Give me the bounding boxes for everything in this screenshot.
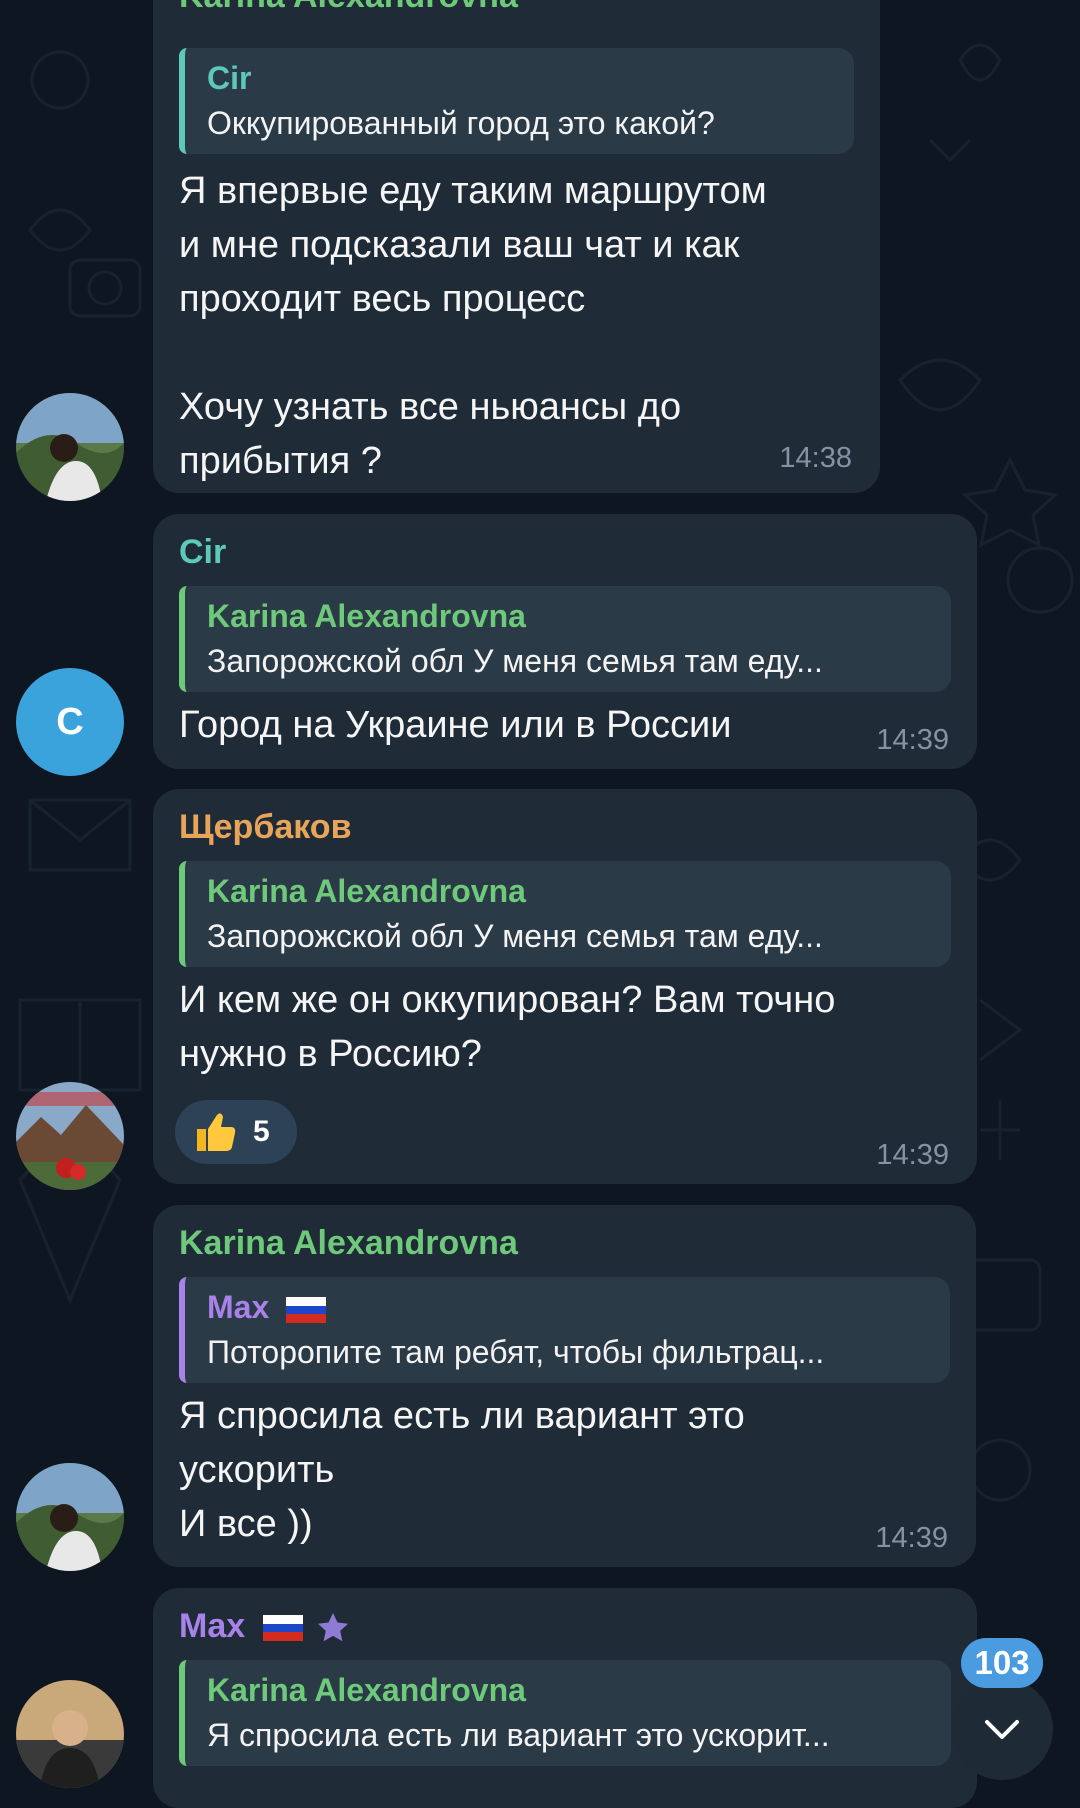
message-text: И кем же он оккупирован? Вам точно нужно…	[179, 979, 836, 1075]
avatar[interactable]	[16, 1082, 124, 1190]
sender-name[interactable]: Max	[179, 1606, 951, 1646]
message-text: Город на Украине или в России	[179, 704, 732, 746]
message-time: 14:39	[876, 724, 949, 756]
reply-quote[interactable]: Karina Alexandrovna Запорожской обл У ме…	[179, 586, 951, 692]
sender-name[interactable]: Karina Alexandrovna	[179, 1223, 950, 1263]
message-bubble[interactable]: Karina Alexandrovna Max Поторопите там р…	[153, 1205, 976, 1567]
reply-sender-name: Karina Alexandrovna	[207, 873, 526, 909]
avatar[interactable]	[16, 1680, 124, 1788]
reply-quote[interactable]: Karina Alexandrovna Запорожской обл У ме…	[179, 861, 951, 967]
reaction-chip[interactable]: 5	[175, 1100, 297, 1164]
avatar[interactable]: C	[16, 668, 124, 776]
message-bubble[interactable]: Cir Karina Alexandrovna Запорожской обл …	[153, 514, 977, 769]
reply-sender-name: Karina Alexandrovna	[207, 598, 526, 634]
sender-name[interactable]: Щербаков	[179, 807, 951, 847]
avatar[interactable]	[16, 1463, 124, 1571]
reply-text: Оккупированный город это какой?	[207, 105, 715, 141]
scroll-down-button[interactable]	[951, 1678, 1053, 1780]
message-time: 14:39	[875, 1522, 948, 1554]
avatar-letter: C	[56, 700, 84, 743]
reply-quote[interactable]: Cir Оккупированный город это какой?	[179, 48, 854, 154]
chevron-down-icon	[985, 1720, 1019, 1739]
russia-flag-icon	[286, 1296, 327, 1323]
reply-quote[interactable]: Karina Alexandrovna Я спросила есть ли в…	[179, 1660, 951, 1766]
sender-label: Max	[179, 1607, 246, 1645]
star-icon	[318, 1613, 349, 1642]
message-time: 14:38	[779, 442, 852, 474]
reaction-count: 5	[253, 1115, 270, 1148]
reply-sender-label: Max	[207, 1289, 270, 1325]
reply-sender-name: Karina Alexandrovna	[207, 1672, 526, 1708]
reply-text: Запорожской обл У меня семья там еду...	[207, 918, 823, 954]
avatar[interactable]	[16, 393, 124, 501]
message-bubble[interactable]: Max Karina Alexandrovna Я спросила есть …	[153, 1588, 977, 1808]
reply-text: Я спросила есть ли вариант это ускорит..…	[207, 1717, 830, 1753]
photo-avatar-karina	[16, 1463, 124, 1571]
unread-count-badge[interactable]: 103	[961, 1638, 1043, 1688]
photo-avatar-max	[16, 1680, 124, 1788]
sender-name[interactable]: Cir	[179, 532, 951, 572]
reply-text: Поторопите там ребят, чтобы фильтрац...	[207, 1334, 825, 1370]
russia-flag-icon	[262, 1615, 303, 1642]
reply-sender-name: Cir	[207, 60, 252, 96]
reply-text: Запорожской обл У меня семья там еду...	[207, 643, 823, 679]
message-bubble[interactable]: Щербаков Karina Alexandrovna Запорожской…	[153, 789, 977, 1184]
message-time: 14:39	[876, 1139, 949, 1171]
message-text: Я впервые еду таким маршрутом и мне подс…	[179, 170, 767, 482]
sender-name[interactable]: Karina Alexandrovna	[179, 0, 854, 13]
photo-avatar-karina	[16, 393, 124, 501]
thumbs-up-icon	[197, 1113, 236, 1151]
reply-sender-name: Max	[207, 1285, 930, 1329]
reply-quote[interactable]: Max Поторопите там ребят, чтобы фильтрац…	[179, 1277, 950, 1383]
message-bubble[interactable]: Karina Alexandrovna Cir Оккупированный г…	[153, 0, 880, 493]
message-text: Я спросила есть ли вариант это ускорить …	[179, 1395, 745, 1545]
photo-avatar-mountains	[16, 1082, 124, 1190]
